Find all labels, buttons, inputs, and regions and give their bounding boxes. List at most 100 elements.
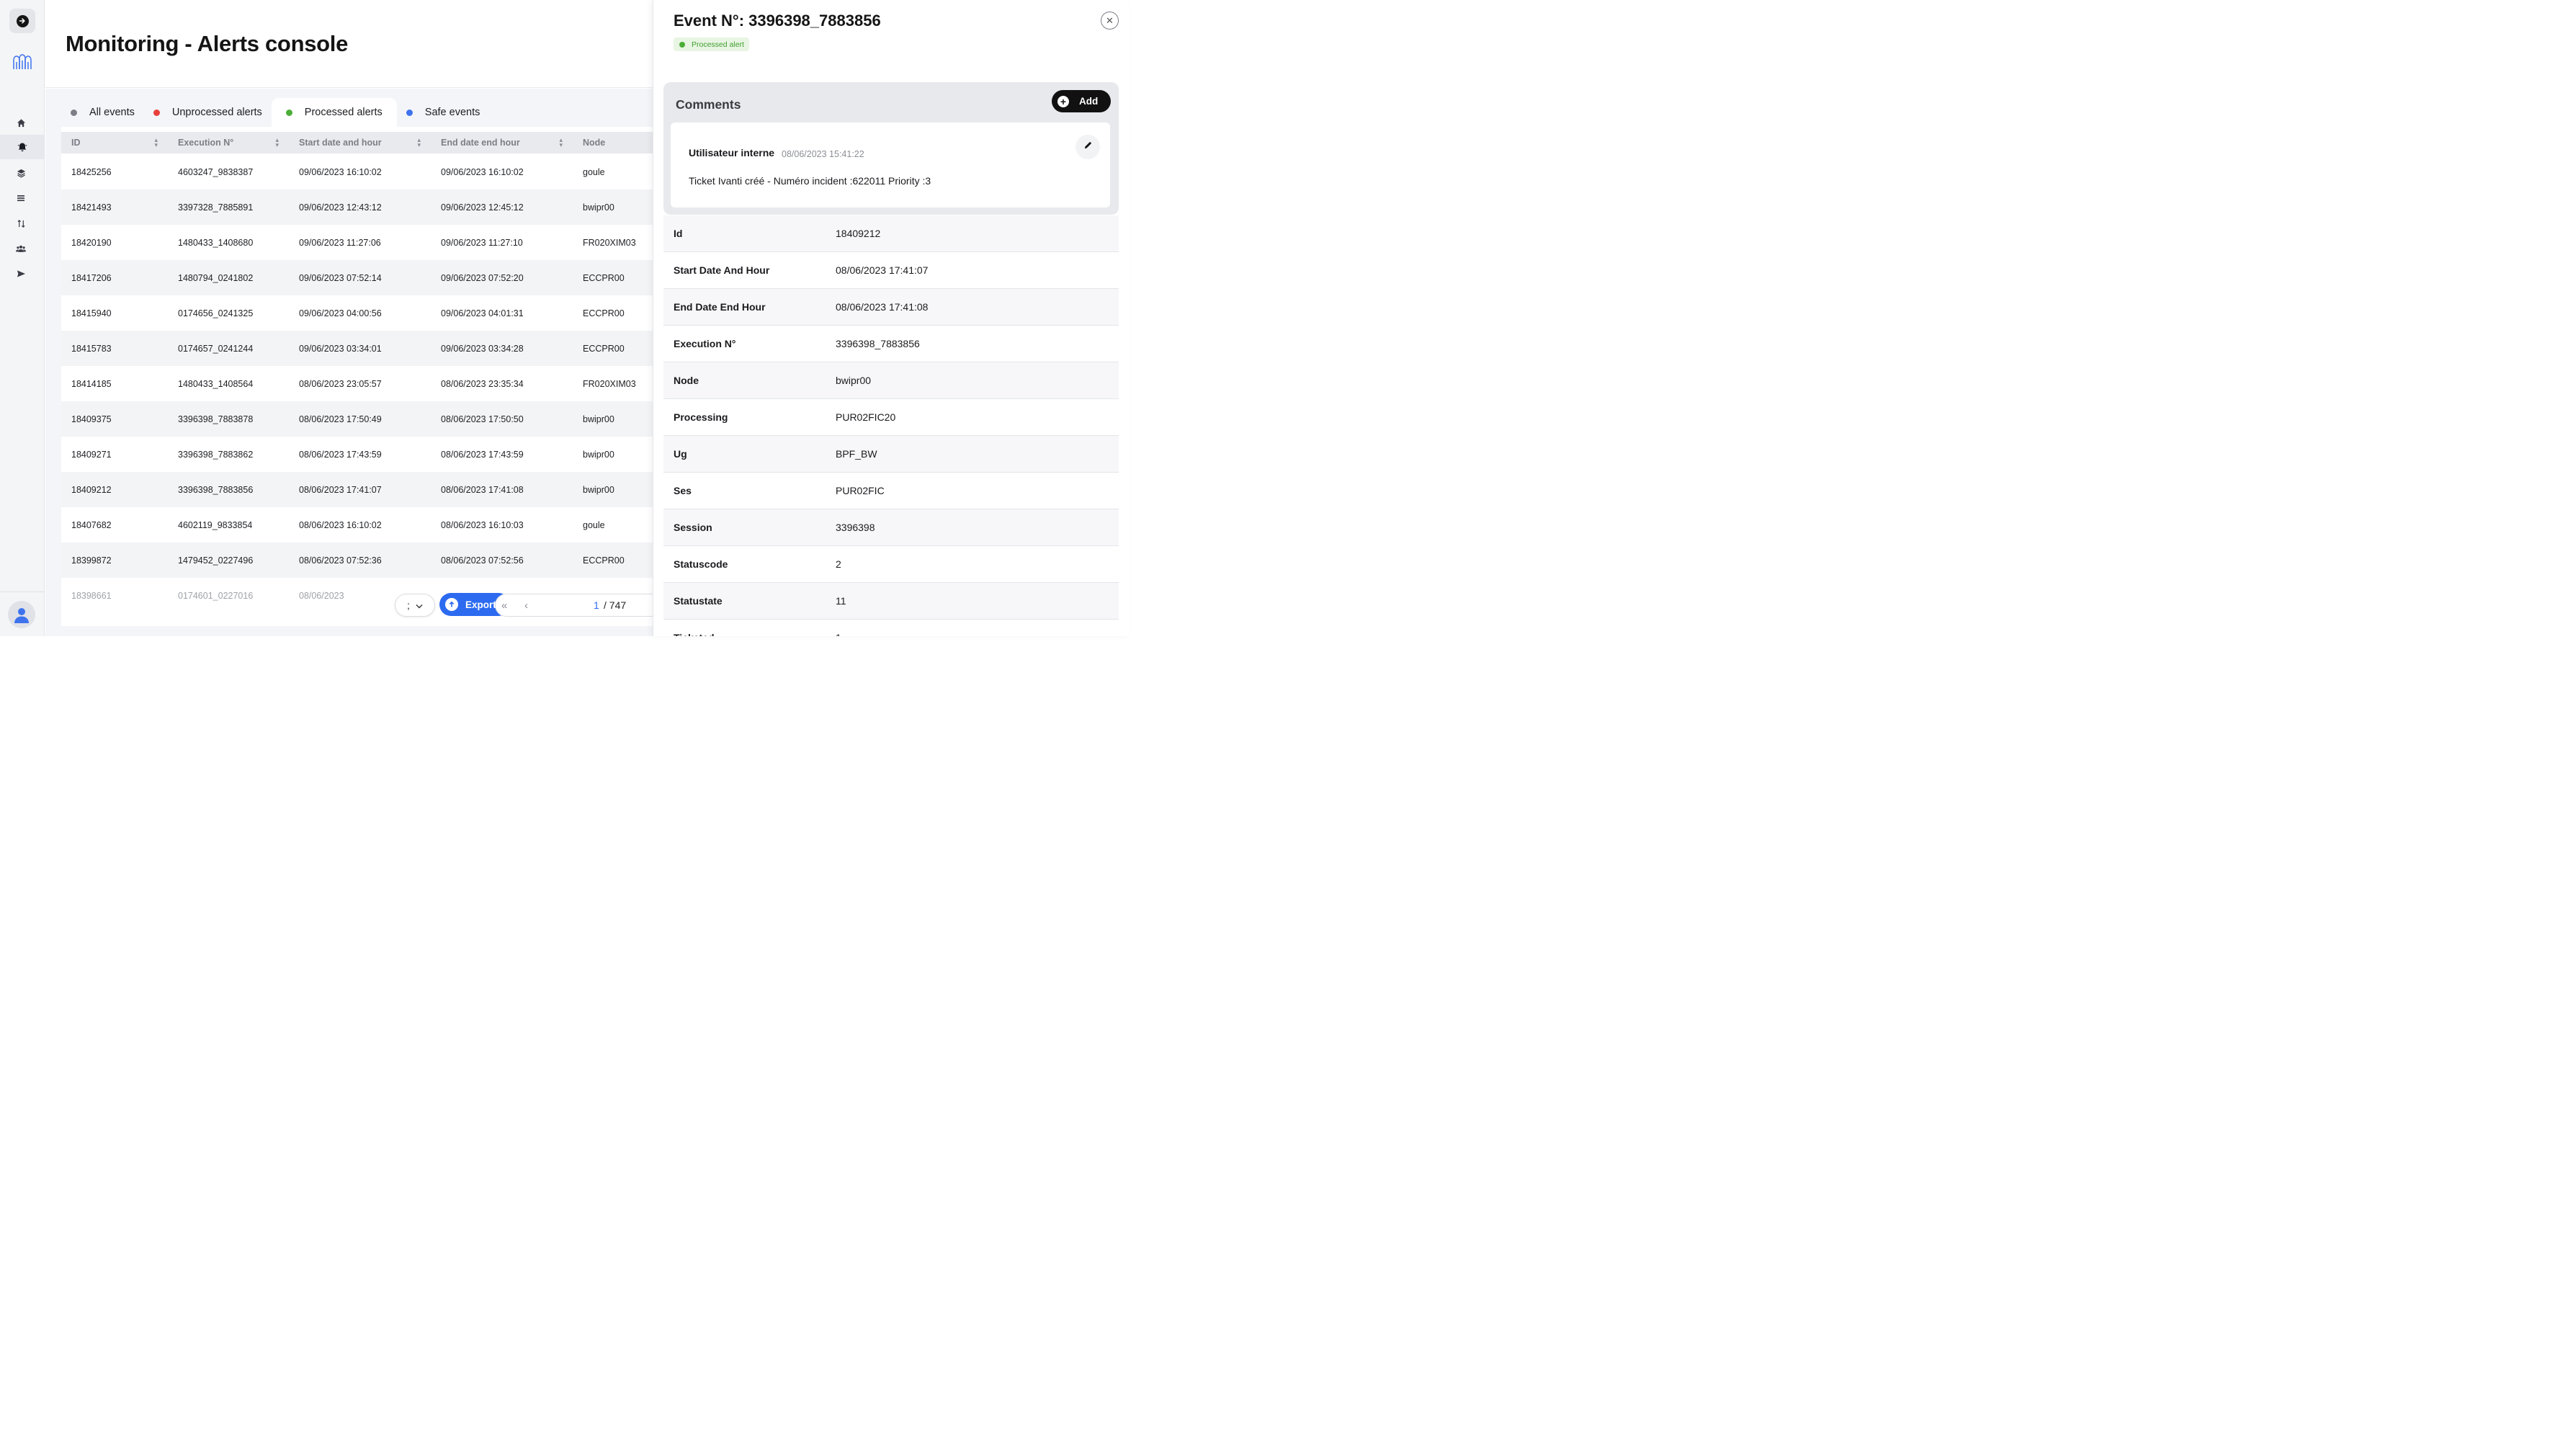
comments-section: Comments + Add Utilisateur interne 08/06… <box>663 82 1119 215</box>
table-row[interactable]: 18414185 1480433_1408564 08/06/2023 23:05:… <box>61 366 653 401</box>
detail-row: Statustate 11 <box>663 583 1119 620</box>
detail-key: Node <box>674 375 699 386</box>
alert-bell-icon[interactable] <box>0 135 44 159</box>
detail-row: Execution N° 3396398_7883856 <box>663 326 1119 362</box>
cell-id: 18415783 <box>71 343 112 354</box>
send-icon[interactable] <box>11 264 31 283</box>
table-row[interactable]: 18415783 0174657_0241244 09/06/2023 03:34:… <box>61 331 653 366</box>
csv-separator-select[interactable]: ; <box>395 594 435 617</box>
table-row[interactable]: 18421493 3397328_7885891 09/06/2023 12:43:… <box>61 189 653 225</box>
expand-sidebar-button[interactable] <box>9 9 35 33</box>
table-row[interactable]: 18409212 3396398_7883856 08/06/2023 17:41:… <box>61 472 653 507</box>
table-row[interactable]: 18420190 1480433_1408680 09/06/2023 11:27:… <box>61 225 653 260</box>
tab-safe-events[interactable]: Safe events <box>397 98 490 127</box>
user-avatar[interactable] <box>8 601 35 628</box>
table-row[interactable]: 18417206 1480794_0241802 09/06/2023 07:52:… <box>61 260 653 295</box>
rail-footer <box>0 591 44 636</box>
cell-execution: 4603247_9838387 <box>178 166 254 177</box>
current-page-input[interactable]: 1 <box>594 599 599 611</box>
detail-value: 1 <box>836 632 841 636</box>
detail-value: 2 <box>836 558 841 570</box>
cell-execution: 1479452_0227496 <box>178 555 254 566</box>
tab-all-events[interactable]: All events <box>61 98 144 127</box>
app-logo <box>12 53 33 71</box>
cell-id: 18409212 <box>71 484 112 495</box>
comment-author: Utilisateur interne <box>689 147 775 159</box>
layers-icon[interactable] <box>11 164 31 182</box>
event-title: Event N°: 3396398_7883856 <box>674 12 881 30</box>
page-header: Monitoring - Alerts console <box>45 0 653 88</box>
close-icon[interactable]: ✕ <box>1101 12 1119 30</box>
cell-id: 18420190 <box>71 237 112 248</box>
plus-icon: + <box>1057 95 1069 107</box>
cell-start-date: 08/06/2023 17:50:49 <box>299 414 382 424</box>
table-row[interactable]: 18399872 1479452_0227496 08/06/2023 07:52:… <box>61 543 653 578</box>
cell-execution: 0174656_0241325 <box>178 308 254 318</box>
event-tabs: All events Unprocessed alerts Processed … <box>61 98 489 127</box>
detail-value: PUR02FIC20 <box>836 411 896 423</box>
column-header-end-date[interactable]: End date end hour ▴ ▾ <box>431 132 573 153</box>
comment-text: Ticket Ivanti créé - Numéro incident :62… <box>689 175 931 187</box>
event-details: Id 18409212 Start Date And Hour 08/06/2023 … <box>663 215 1119 636</box>
green-dot-icon <box>679 41 685 48</box>
cell-start-date: 08/06/2023 07:52:36 <box>299 555 382 566</box>
green-dot-icon <box>285 109 292 116</box>
sort-icon: ▴ ▾ <box>559 136 563 148</box>
cell-id: 18409271 <box>71 449 112 460</box>
cell-node: FR020XIM03 <box>583 378 636 389</box>
tab-label: All events <box>89 107 135 118</box>
detail-value: bwipr00 <box>836 375 872 386</box>
detail-key: End Date End Hour <box>674 301 766 313</box>
tab-label: Unprocessed alerts <box>171 107 262 118</box>
table-body: 18425256 4603247_9838387 09/06/2023 16:10:… <box>61 154 653 613</box>
column-header-start-date[interactable]: Start date and hour ▴ ▾ <box>289 132 431 153</box>
cell-id: 18415940 <box>71 308 112 318</box>
users-icon[interactable] <box>11 239 31 258</box>
cell-id: 18414185 <box>71 378 112 389</box>
table-row[interactable]: 18409271 3396398_7883862 08/06/2023 17:43:… <box>61 437 653 472</box>
cell-node: bwipr00 <box>583 449 614 460</box>
transfer-icon[interactable] <box>11 214 31 233</box>
tab-label: Safe events <box>424 107 480 118</box>
cell-node: ECCPR00 <box>583 555 625 566</box>
cell-execution: 3396398_7883862 <box>178 449 254 460</box>
home-icon[interactable] <box>11 113 31 132</box>
cell-execution: 3396398_7883856 <box>178 484 254 495</box>
detail-row: Session 3396398 <box>663 509 1119 546</box>
column-header-node[interactable]: Node <box>573 132 653 153</box>
table-header: ID ▴ ▾ Execution N° ▴ ▾ Start date and hour ▴… <box>61 132 653 153</box>
red-dot-icon <box>153 109 160 116</box>
tab-unprocessed-alerts[interactable]: Unprocessed alerts <box>144 98 272 127</box>
table-row[interactable]: 18425256 4603247_9838387 09/06/2023 16:10:… <box>61 154 653 189</box>
column-header-id[interactable]: ID ▴ ▾ <box>61 132 168 153</box>
cell-id: 18407682 <box>71 519 112 530</box>
list-icon[interactable] <box>11 189 31 207</box>
comments-title: Comments <box>676 97 741 112</box>
cell-end-date: 08/06/2023 23:35:34 <box>441 378 524 389</box>
detail-row: Ticketed1 <box>663 620 1119 636</box>
detail-row: Start Date And Hour 08/06/2023 17:41:07 <box>663 252 1119 289</box>
cell-node: bwipr00 <box>583 414 614 424</box>
cell-execution: 0174601_0227016 <box>178 590 254 601</box>
arrow-right-icon <box>16 14 29 27</box>
cell-execution: 1480433_1408564 <box>178 378 254 389</box>
cell-node: ECCPR00 <box>583 308 625 318</box>
cell-id: 18421493 <box>71 202 112 213</box>
table-row[interactable]: 18407682 4602119_9833854 08/06/2023 16:10:… <box>61 507 653 543</box>
detail-key: Session <box>674 522 712 533</box>
edit-comment-button[interactable] <box>1075 135 1100 159</box>
main-content: Monitoring - Alerts console All events U… <box>45 0 653 636</box>
first-page-icon[interactable]: « <box>501 599 507 612</box>
detail-key: Start Date And Hour <box>674 264 770 276</box>
table-row[interactable]: 18409375 3396398_7883878 08/06/2023 17:50:… <box>61 401 653 437</box>
tab-processed-alerts[interactable]: Processed alerts <box>271 98 397 127</box>
comment-timestamp: 08/06/2023 15:41:22 <box>782 149 864 159</box>
column-header-execution[interactable]: Execution N° ▴ ▾ <box>168 132 289 153</box>
add-comment-button[interactable]: + Add <box>1052 90 1111 112</box>
detail-key: Id <box>674 228 683 239</box>
cell-start-date: 08/06/2023 17:43:59 <box>299 449 382 460</box>
table-row[interactable]: 18415940 0174656_0241325 09/06/2023 04:00:… <box>61 295 653 331</box>
previous-page-icon[interactable]: ‹ <box>524 599 528 612</box>
separator-value: ; <box>407 599 410 611</box>
detail-key: Ug <box>674 448 687 460</box>
